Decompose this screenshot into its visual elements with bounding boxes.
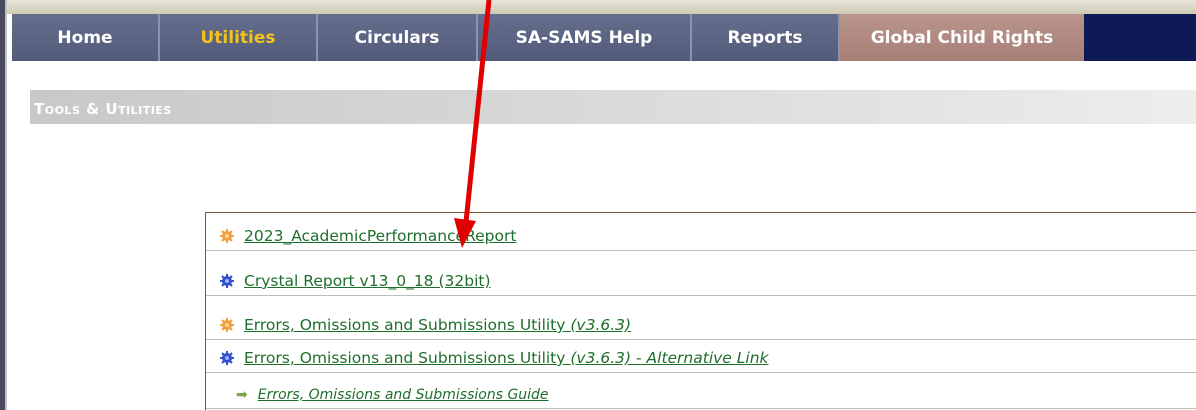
version-text: (v3.6.3) <box>570 316 632 334</box>
version-text: (v3.6.3) - Alternative Link <box>570 349 769 367</box>
left-border-highlight <box>5 0 7 410</box>
nav-global-child-rights[interactable]: Global Child Rights <box>840 14 1084 61</box>
eos-guide-link[interactable]: Errors, Omissions and Submissions Guide <box>258 387 549 403</box>
orange-gear-icon <box>220 229 234 243</box>
list-item: 2023_AcademicPerformanceReport <box>206 213 1196 251</box>
nav-utilities[interactable]: Utilities <box>160 14 318 61</box>
academic-performance-report-link[interactable]: 2023_AcademicPerformanceReport <box>244 227 516 245</box>
list-item: Errors, Omissions and Submissions Utilit… <box>206 296 1196 340</box>
orange-gear-icon <box>220 318 234 332</box>
eos-utility-alternative-link[interactable]: Errors, Omissions and Submissions Utilit… <box>244 349 769 367</box>
section-title: Tools & Utilities <box>34 100 172 118</box>
nav-reports[interactable]: Reports <box>692 14 840 61</box>
main-nav: Home Utilities Circulars SA-SAMS Help Re… <box>12 14 1196 61</box>
blue-gear-icon <box>220 274 234 288</box>
crystal-report-link[interactable]: Crystal Report v13_0_18 (32bit) <box>244 272 491 290</box>
list-item: Crystal Report v13_0_18 (32bit) <box>206 251 1196 296</box>
blue-gear-icon <box>220 351 234 365</box>
utilities-list: 2023_AcademicPerformanceReport Crystal R… <box>205 212 1196 410</box>
eos-utility-link[interactable]: Errors, Omissions and Submissions Utilit… <box>244 316 631 334</box>
list-item: Errors, Omissions and Submissions Utilit… <box>206 340 1196 373</box>
section-header-bar <box>30 90 1196 124</box>
nav-sa-sams-help[interactable]: SA-SAMS Help <box>478 14 692 61</box>
nav-home[interactable]: Home <box>12 14 160 61</box>
link-text: Errors, Omissions and Submissions Utilit… <box>244 316 571 334</box>
nav-circulars[interactable]: Circulars <box>318 14 478 61</box>
link-text: Errors, Omissions and Submissions Utilit… <box>244 349 571 367</box>
list-item: ➡ Errors, Omissions and Submissions Guid… <box>206 373 1196 409</box>
header-strip <box>7 0 1196 14</box>
green-arrow-icon: ➡ <box>236 387 248 403</box>
